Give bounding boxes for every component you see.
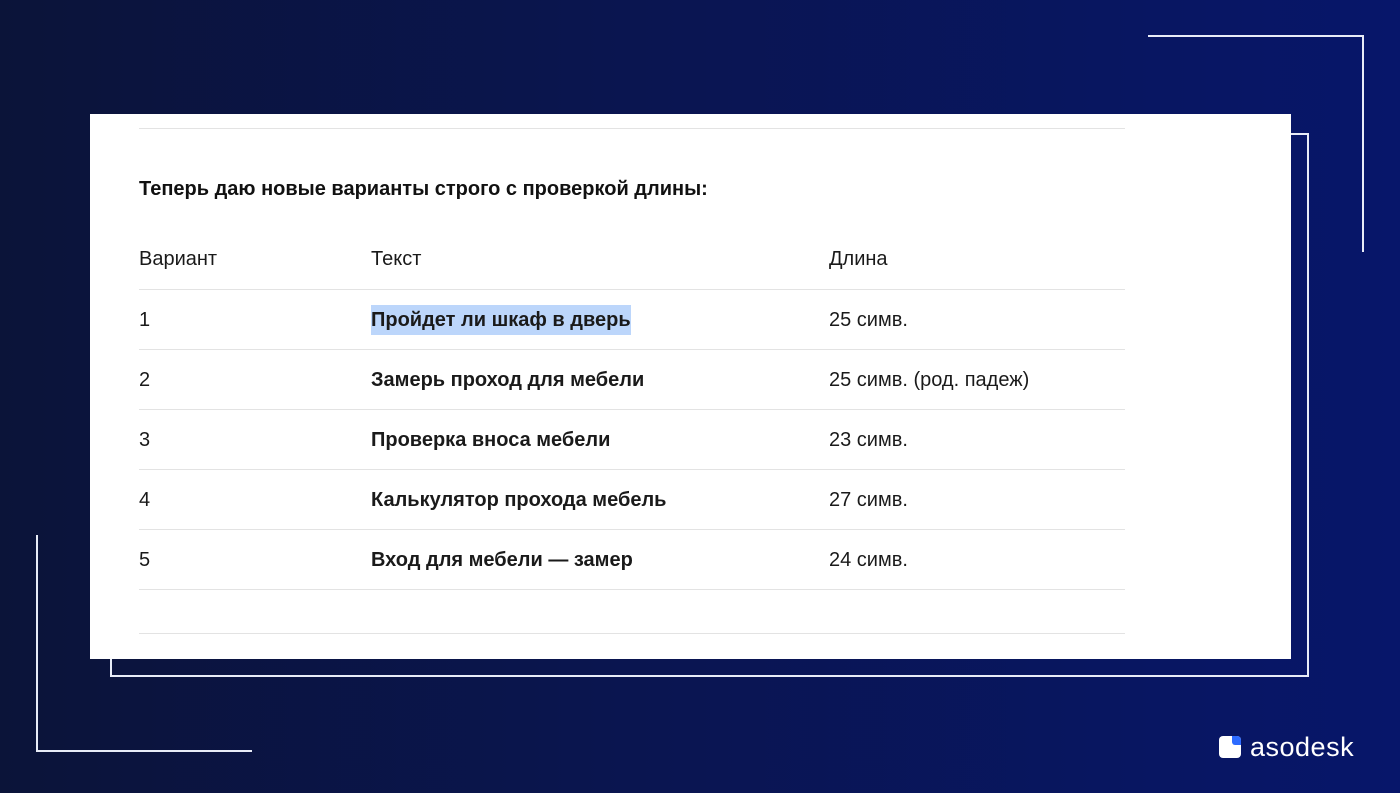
header-length: Длина: [829, 248, 888, 270]
table-row: 3 Проверка вноса мебели 23 симв.: [139, 410, 1125, 470]
decor-line-top-right-vertical: [1362, 35, 1364, 252]
table-row: 4 Калькулятор прохода мебель 27 симв.: [139, 470, 1125, 530]
decor-line-bottom-left-vertical: [36, 535, 38, 752]
selected-text[interactable]: Пройдет ли шкаф в дверь: [371, 305, 631, 335]
message-heading: Теперь даю новые варианты строго с прове…: [139, 178, 708, 200]
table-row: 2 Замерь проход для мебели 25 симв. (род…: [139, 350, 1125, 410]
table-header-row: Вариант Текст Длина: [139, 229, 1125, 290]
table-row: 1 Пройдет ли шкаф в дверь 25 симв.: [139, 290, 1125, 350]
brand-name: asodesk: [1250, 732, 1355, 762]
row-length: 24 симв.: [829, 549, 908, 571]
row-text[interactable]: Замерь проход для мебели: [371, 350, 644, 410]
row-length: 25 симв. (род. падеж): [829, 369, 1030, 391]
asodesk-logo-icon: [1219, 736, 1241, 758]
header-text: Текст: [371, 248, 422, 270]
row-text[interactable]: Калькулятор прохода мебель: [371, 470, 666, 530]
row-text[interactable]: Пройдет ли шкаф в дверь: [371, 290, 631, 350]
row-number: 3: [139, 429, 151, 451]
row-length: 27 симв.: [829, 489, 908, 511]
brand-logo: asodesk: [1219, 732, 1355, 762]
row-length: 23 симв.: [829, 429, 908, 451]
header-variant: Вариант: [139, 248, 218, 270]
row-text[interactable]: Проверка вноса мебели: [371, 410, 610, 470]
divider-bottom: [139, 633, 1125, 634]
screenshot-card: Теперь даю новые варианты строго с прове…: [90, 114, 1291, 659]
row-number: 1: [139, 309, 151, 331]
decor-line-bottom-left-horizontal: [36, 750, 252, 752]
row-number: 2: [139, 369, 151, 391]
decor-line-top-right-horizontal: [1148, 35, 1364, 37]
row-text[interactable]: Вход для мебели — замер: [371, 530, 633, 590]
row-length: 25 симв.: [829, 309, 908, 331]
divider-top: [139, 128, 1125, 129]
variants-table: Вариант Текст Длина 1 Пройдет ли шкаф в …: [139, 229, 1125, 590]
row-number: 5: [139, 549, 151, 571]
table-row: 5 Вход для мебели — замер 24 симв.: [139, 530, 1125, 590]
row-number: 4: [139, 489, 151, 511]
